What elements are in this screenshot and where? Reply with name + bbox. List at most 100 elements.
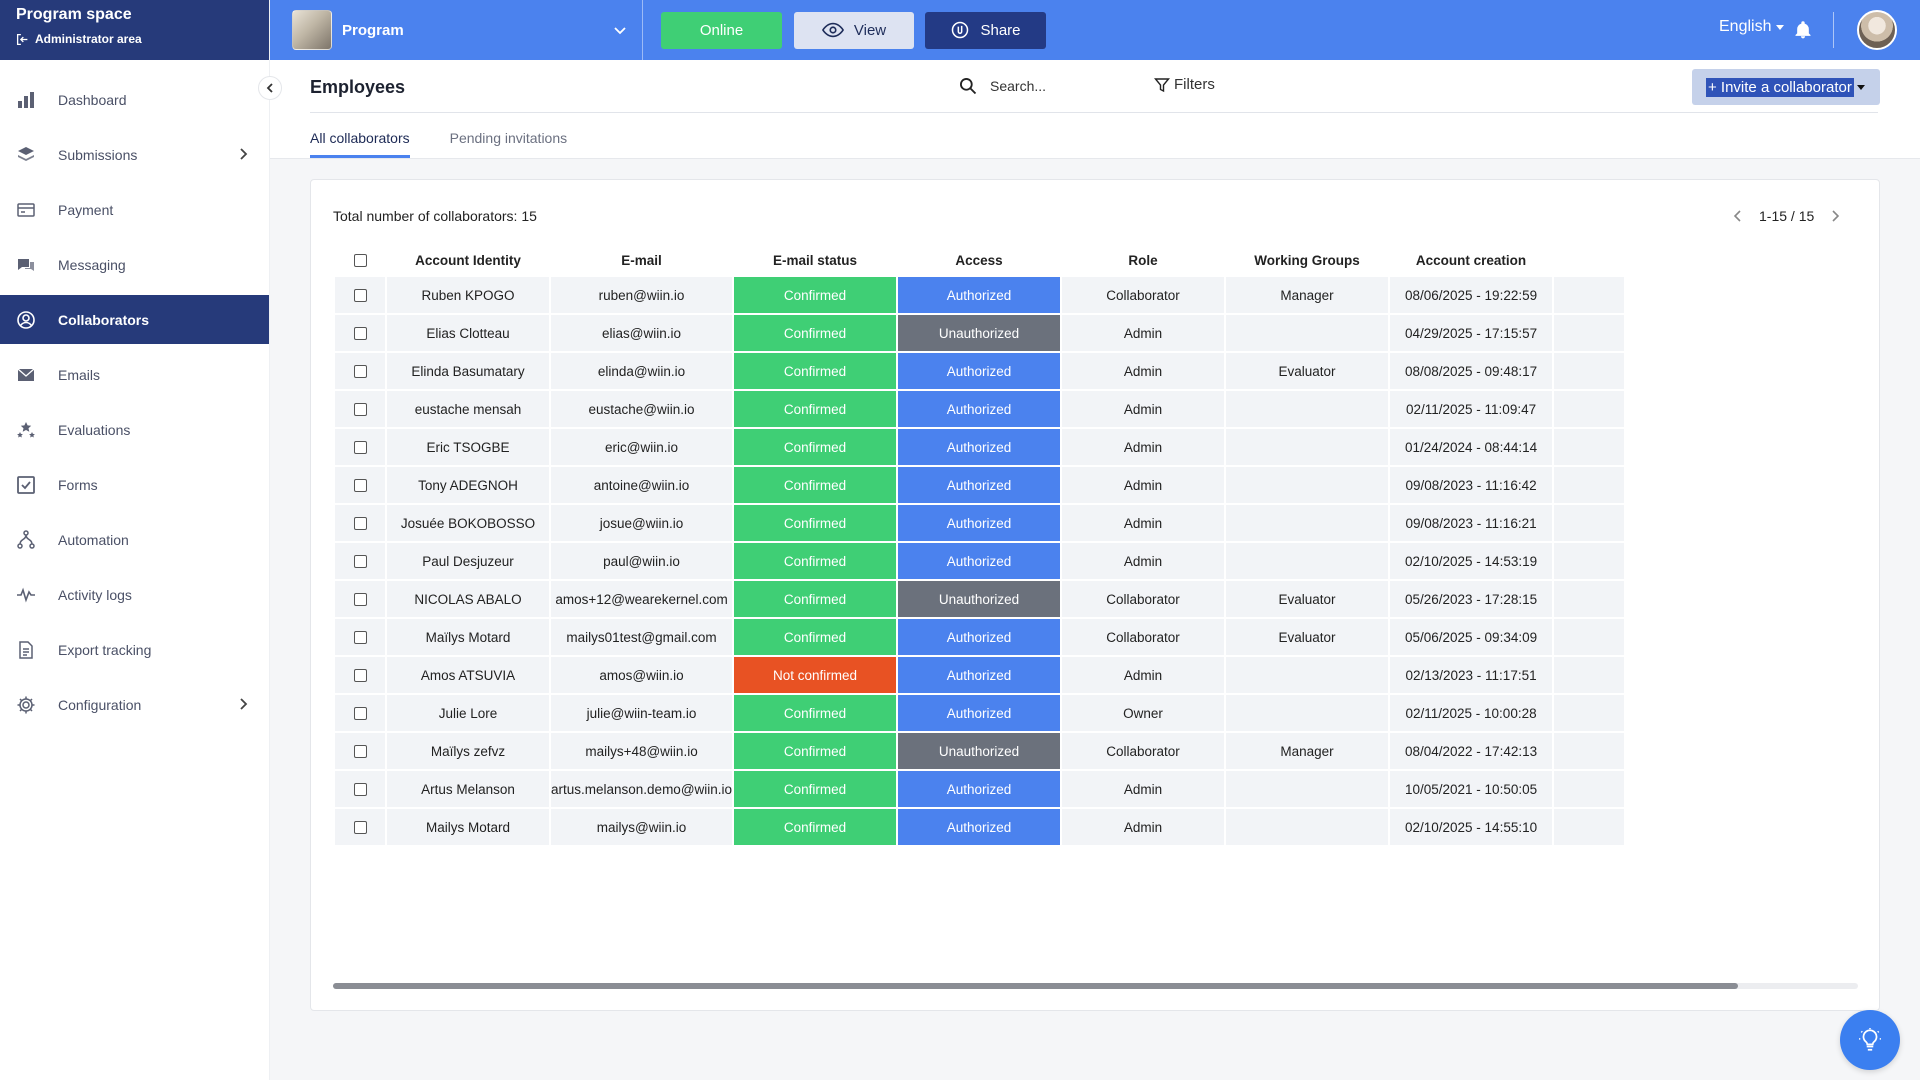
table-row[interactable]: Elinda Basumatary elinda@wiin.io Confirmed… xyxy=(335,353,1625,389)
cell-access: Authorized xyxy=(898,543,1061,579)
row-select-cell xyxy=(335,695,385,731)
sidebar-item-automation[interactable]: Automation xyxy=(0,515,269,564)
search-box[interactable]: Search... xyxy=(958,76,1046,96)
row-checkbox[interactable] xyxy=(353,821,367,835)
cell-email: elinda@wiin.io xyxy=(551,353,733,389)
table-row[interactable]: Tony ADEGNOH antoine@wiin.io Confirmed Auth… xyxy=(335,467,1625,503)
share-button[interactable]: Share xyxy=(925,11,1046,49)
cell-email: paul@wiin.io xyxy=(551,543,733,579)
sidebar-item-export-tracking[interactable]: Export tracking xyxy=(0,625,269,674)
row-checkbox[interactable] xyxy=(353,783,367,797)
bell-icon[interactable] xyxy=(1793,20,1813,40)
table-row[interactable]: Paul Desjuzeur paul@wiin.io Confirmed Autho… xyxy=(335,543,1625,579)
table-row[interactable]: NICOLAS ABALO amos+12@wearekernel.com Conf… xyxy=(335,581,1625,617)
invite-collaborator-button[interactable]: + Invite a collaborator xyxy=(1692,69,1880,105)
row-checkbox[interactable] xyxy=(353,403,367,417)
table-row[interactable]: Amos ATSUVIA amos@wiin.io Not confirmed Aut… xyxy=(335,657,1625,693)
row-checkbox[interactable] xyxy=(353,441,367,455)
row-checkbox[interactable] xyxy=(353,365,367,379)
cell-role: Admin xyxy=(1062,657,1225,693)
column-header-role[interactable]: Role xyxy=(1062,245,1224,275)
view-button[interactable]: View xyxy=(794,11,914,49)
table-row[interactable]: Artus Melanson artus.melanson.demo@wiin.i… xyxy=(335,771,1625,807)
sidebar-item-forms[interactable]: Forms xyxy=(0,460,269,509)
table-row[interactable]: Ruben KPOGO ruben@wiin.io Confirmed Authori… xyxy=(335,277,1625,313)
select-all-checkbox[interactable] xyxy=(353,254,367,268)
cell-working-groups xyxy=(1226,467,1389,503)
sidebar-item-activity-logs[interactable]: Activity logs xyxy=(0,570,269,619)
column-header-access[interactable]: Access xyxy=(898,245,1060,275)
row-select-cell xyxy=(335,771,385,807)
tab-all-collaborators[interactable]: All collaborators xyxy=(310,130,410,158)
table-row[interactable]: Julie Lore julie@wiin-team.io Confirmed Aut… xyxy=(335,695,1625,731)
program-selector[interactable]: Program xyxy=(270,0,643,60)
column-header-email[interactable]: E-mail xyxy=(551,245,732,275)
sidebar-item-submissions[interactable]: Submissions xyxy=(0,130,269,179)
row-checkbox[interactable] xyxy=(353,631,367,645)
column-header-email-status[interactable]: E-mail status xyxy=(734,245,896,275)
sidebar-item-dashboard[interactable]: Dashboard xyxy=(0,75,269,124)
scrollbar-thumb[interactable] xyxy=(333,983,1738,989)
row-checkbox[interactable] xyxy=(353,555,367,569)
table-row[interactable]: Elias Clotteau elias@wiin.io Confirmed Unau… xyxy=(335,315,1625,351)
cell-email-status: Confirmed xyxy=(734,695,897,731)
avatar[interactable] xyxy=(1857,10,1897,50)
sidebar-item-payment[interactable]: Payment xyxy=(0,185,269,234)
filters-button[interactable]: Filters xyxy=(1154,76,1215,93)
cell-email-status: Confirmed xyxy=(734,505,897,541)
caret-down-icon xyxy=(1776,25,1785,30)
cell-access: Authorized xyxy=(898,505,1061,541)
row-checkbox[interactable] xyxy=(353,289,367,303)
table-header-row: Account Identity E-mail E-mail status Ac… xyxy=(335,245,1624,275)
column-header-account-creation[interactable]: Account creation xyxy=(1390,245,1552,275)
cell-role: Admin xyxy=(1062,809,1225,845)
table-row[interactable]: Eric TSOGBE eric@wiin.io Confirmed Authoriz… xyxy=(335,429,1625,465)
cell-access: Authorized xyxy=(898,809,1061,845)
administrator-area-link[interactable]: Administrator area xyxy=(16,32,253,46)
cell-role: Admin xyxy=(1062,543,1225,579)
search-input[interactable]: Search... xyxy=(990,78,1046,94)
row-checkbox[interactable] xyxy=(353,593,367,607)
row-checkbox[interactable] xyxy=(353,327,367,341)
column-header-account-identity[interactable]: Account Identity xyxy=(387,245,549,275)
cell-account-identity: Artus Melanson xyxy=(387,771,549,807)
row-checkbox[interactable] xyxy=(353,517,367,531)
cell-email-status: Confirmed xyxy=(734,391,897,427)
sidebar-item-label: Dashboard xyxy=(58,91,127,108)
sidebar-item-messaging[interactable]: Messaging xyxy=(0,240,269,289)
table-row[interactable]: Mailys Motard mailys@wiin.io Confirmed Auth… xyxy=(335,809,1625,845)
cell-working-groups: Manager xyxy=(1226,733,1389,769)
help-button[interactable] xyxy=(1840,1010,1900,1070)
column-header-working-groups[interactable]: Working Groups xyxy=(1226,245,1388,275)
sidebar-item-configuration[interactable]: Configuration xyxy=(0,680,269,729)
cell-account-creation: 08/06/2025 - 19:22:59 xyxy=(1390,277,1553,313)
chevron-right-icon xyxy=(235,696,251,712)
table-row[interactable]: eustache mensah eustache@wiin.io Confirmed… xyxy=(335,391,1625,427)
chat-icon xyxy=(14,253,38,277)
eye-icon xyxy=(821,22,844,38)
cell-email: antoine@wiin.io xyxy=(551,467,733,503)
horizontal-scrollbar[interactable] xyxy=(333,983,1858,989)
sidebar-item-evaluations[interactable]: Evaluations xyxy=(0,405,269,454)
next-page-icon[interactable] xyxy=(1828,209,1842,223)
cell-access: Unauthorized xyxy=(898,581,1061,617)
cell-actions xyxy=(1554,809,1625,845)
sidebar-nav: Dashboard Submissions Payment Messaging Coll… xyxy=(0,60,269,729)
collapse-sidebar-button[interactable] xyxy=(258,76,282,100)
tab-pending-invitations[interactable]: Pending invitations xyxy=(450,130,568,158)
online-label: Online xyxy=(699,21,744,39)
cell-email: elias@wiin.io xyxy=(551,315,733,351)
cell-email: mailys@wiin.io xyxy=(551,809,733,845)
row-checkbox[interactable] xyxy=(353,745,367,759)
table-row[interactable]: Josuée BOKOBOSSO josue@wiin.io Confirmed Au… xyxy=(335,505,1625,541)
table-row[interactable]: Maïlys Motard mailys01test@gmail.com Confi… xyxy=(335,619,1625,655)
language-selector[interactable]: English xyxy=(1719,18,1785,36)
row-checkbox[interactable] xyxy=(353,479,367,493)
sidebar-item-emails[interactable]: Emails xyxy=(0,350,269,399)
online-button[interactable]: Online xyxy=(661,11,782,49)
table-row[interactable]: Maïlys zefvz mailys+48@wiin.io Confirmed Un… xyxy=(335,733,1625,769)
row-checkbox[interactable] xyxy=(353,707,367,721)
previous-page-icon[interactable] xyxy=(1731,209,1745,223)
row-checkbox[interactable] xyxy=(353,669,367,683)
sidebar-item-collaborators[interactable]: Collaborators xyxy=(0,295,269,344)
